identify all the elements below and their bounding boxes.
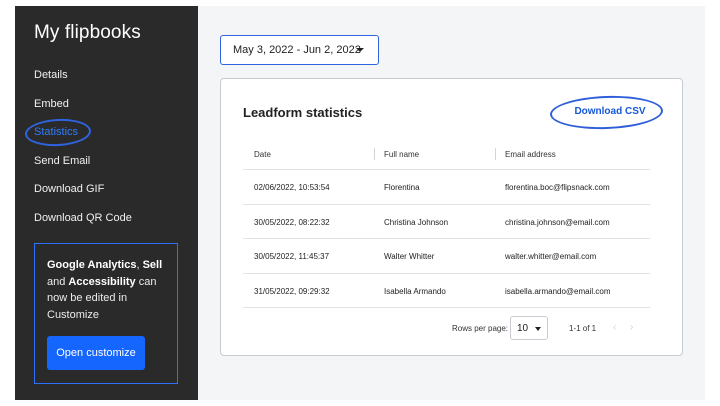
promo-bold-sell: Sell [142,259,163,271]
sidebar-item-statistics[interactable]: Statistics [24,117,132,154]
open-customize-button[interactable]: Open customize [47,336,145,370]
column-header-full-name[interactable]: Full name [384,150,419,159]
cell-date: 02/06/2022, 10:53:54 [254,183,330,192]
column-header-email[interactable]: Email address [505,150,556,159]
cell-email: christina.johnson@email.com [505,217,610,227]
cell-name: Walter Whitter [384,252,435,261]
table-row[interactable]: 30/05/2022, 08:22:32 Christina Johnson c… [243,205,650,239]
chevron-down-icon [535,327,541,331]
promo-text-part: and [47,275,69,288]
date-range-select[interactable]: May 3, 2022 - Jun 2, 2022 [220,35,379,65]
leadform-statistics-card: Leadform statistics Download CSV Date Fu… [220,78,683,356]
chevron-right-icon[interactable]: › [630,322,633,333]
download-csv-button[interactable]: Download CSV [558,95,662,127]
card-title: Leadform statistics [243,105,363,120]
cell-email: isabella.armando@email.com [505,286,611,296]
table-header: Date Full name Email address [243,139,650,170]
sidebar-item-send-email[interactable]: Send Email [34,154,132,183]
pagination-range: 1-1 of 1 [569,324,597,333]
column-header-date[interactable]: Date [254,150,271,159]
chevron-left-icon[interactable]: ‹ [613,322,616,333]
sidebar-item-download-qr-code[interactable]: Download QR Code [34,211,132,240]
cell-name: Isabella Armando [384,286,446,296]
sidebar: My flipbooks Details Embed Statistics Se… [15,6,198,400]
table-row[interactable]: 02/06/2022, 10:53:54 Florentina florenti… [243,170,650,205]
leads-table: Date Full name Email address 02/06/2022,… [243,139,650,308]
cell-name: Christina Johnson [384,217,449,227]
cell-date: 31/05/2022, 09:29:32 [254,286,330,296]
customize-promo: Google Analytics, Sell and Accessibility… [34,243,178,384]
cell-email: walter.whitter@email.com [505,252,597,261]
rows-per-page-select[interactable]: 10 [510,316,548,340]
sidebar-nav: Details Embed Statistics Send Email Down… [24,68,132,240]
table-row[interactable]: 30/05/2022, 11:45:37 Walter Whitter walt… [243,239,650,274]
cell-email: florentina.boc@flipsnack.com [505,183,610,192]
date-range-value: May 3, 2022 - Jun 2, 2022 [233,44,361,56]
sidebar-item-download-gif[interactable]: Download GIF [34,182,132,211]
sidebar-item-label: Statistics [34,126,79,138]
chevron-down-icon [356,48,364,52]
rows-per-page-value: 10 [517,323,529,334]
sidebar-item-details[interactable]: Details [34,68,132,97]
table-pagination: Rows per page: 10 1-1 of 1 ‹ › [221,314,684,344]
promo-bold-analytics: Google Analytics [47,259,137,271]
sidebar-item-embed[interactable]: Embed [34,97,132,126]
rows-per-page-label: Rows per page: [452,324,509,333]
column-divider [495,148,496,160]
cell-name: Florentina [384,183,420,192]
promo-text: Google Analytics, Sell and Accessibility… [47,257,165,323]
table-row[interactable]: 31/05/2022, 09:29:32 Isabella Armando is… [243,274,650,308]
sidebar-title: My flipbooks [34,22,141,43]
cell-date: 30/05/2022, 08:22:32 [254,217,330,227]
promo-bold-accessibility: Accessibility [68,275,136,288]
column-divider [374,148,375,160]
cell-date: 30/05/2022, 11:45:37 [254,252,330,261]
